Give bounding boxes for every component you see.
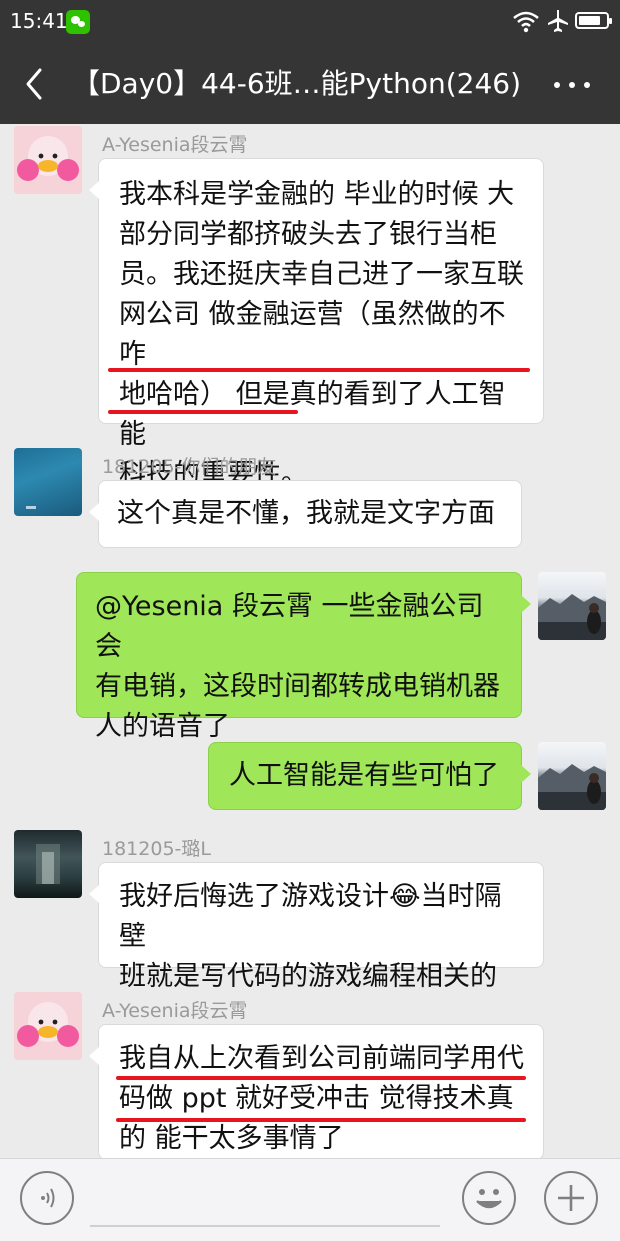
- message-bubble[interactable]: 人工智能是有些可怕了: [208, 742, 531, 810]
- message-line: 码做 ppt 就好受冲击 觉得技术真: [119, 1083, 514, 1114]
- wifi-icon: [513, 11, 539, 33]
- message-line: 我自从上次看到公司前端同学用代: [119, 1043, 524, 1074]
- message-line: @Yesenia 段云霄 一些金融公司会: [95, 591, 484, 662]
- avatar[interactable]: [14, 992, 82, 1060]
- status-bar: 15:41: [0, 0, 620, 44]
- message-line: 地哈哈） 但是真的看到了人工智能: [119, 379, 506, 450]
- sender-name: A-Yesenia段云霄: [102, 134, 248, 156]
- message-line: 部分同学都挤破头去了银行当柜: [119, 219, 497, 250]
- message-line: 班就是写代码的游戏编程相关的: [119, 961, 497, 992]
- plus-icon[interactable]: [544, 1171, 598, 1225]
- message-bubble[interactable]: 我自从上次看到公司前端同学用代 码做 ppt 就好受冲击 觉得技术真 的 能干太…: [89, 1024, 544, 1160]
- highlight-underline: [108, 368, 530, 372]
- chat-header: 【Day0】44-6班…能Python(246): [0, 44, 620, 124]
- voice-icon[interactable]: [20, 1171, 74, 1225]
- back-chevron-icon[interactable]: [18, 64, 50, 104]
- highlight-underline: [116, 1118, 526, 1122]
- message-line: 员。我还挺庆幸自己进了一家互联: [119, 259, 524, 290]
- message-line: 的 能干太多事情了: [119, 1123, 344, 1154]
- emoji-icon[interactable]: [462, 1171, 516, 1225]
- sender-name: 181205-你们的朋友: [102, 456, 277, 478]
- message-bubble[interactable]: 这个真是不懂，我就是文字方面: [89, 480, 522, 548]
- highlight-underline: [116, 1076, 526, 1080]
- message-line: 网公司 做金融运营（虽然做的不咋: [119, 299, 506, 370]
- more-dots-icon[interactable]: [552, 74, 592, 94]
- message-line: 我本科是学金融的 毕业的时候 大: [119, 179, 515, 210]
- airplane-mode-icon: [548, 10, 568, 32]
- sender-name: 181205-璐L: [102, 838, 211, 860]
- sender-name: A-Yesenia段云霄: [102, 1000, 248, 1022]
- wechat-notification-icon: [66, 10, 90, 34]
- avatar[interactable]: [538, 742, 606, 810]
- message-bubble[interactable]: 我好后悔选了游戏设计😂当时隔壁 班就是写代码的游戏编程相关的: [89, 862, 544, 992]
- highlight-underline: [108, 410, 298, 414]
- message-line: 这个真是不懂，我就是文字方面: [117, 498, 495, 529]
- battery-icon: [575, 12, 612, 29]
- status-time: 15:41: [10, 9, 68, 33]
- chat-input-bar: [0, 1158, 620, 1241]
- message-line: 人工智能是有些可怕了: [229, 760, 499, 791]
- message-input[interactable]: [90, 1225, 440, 1227]
- message-line: 有电销，这段时间都转成电销机器: [95, 671, 500, 702]
- avatar[interactable]: [14, 126, 82, 194]
- chat-title: 【Day0】44-6班…能Python(246): [72, 67, 521, 100]
- message-bubble[interactable]: @Yesenia 段云霄 一些金融公司会 有电销，这段时间都转成电销机器 人的语…: [76, 572, 531, 742]
- message-bubble[interactable]: 我本科是学金融的 毕业的时候 大 部分同学都挤破头去了银行当柜 员。我还挺庆幸自…: [89, 158, 544, 490]
- avatar[interactable]: [538, 572, 606, 640]
- message-line: 我好后悔选了游戏设计😂当时隔壁: [119, 881, 502, 952]
- avatar[interactable]: [14, 448, 82, 516]
- avatar[interactable]: [14, 830, 82, 898]
- message-line: 人的语音了: [95, 711, 230, 742]
